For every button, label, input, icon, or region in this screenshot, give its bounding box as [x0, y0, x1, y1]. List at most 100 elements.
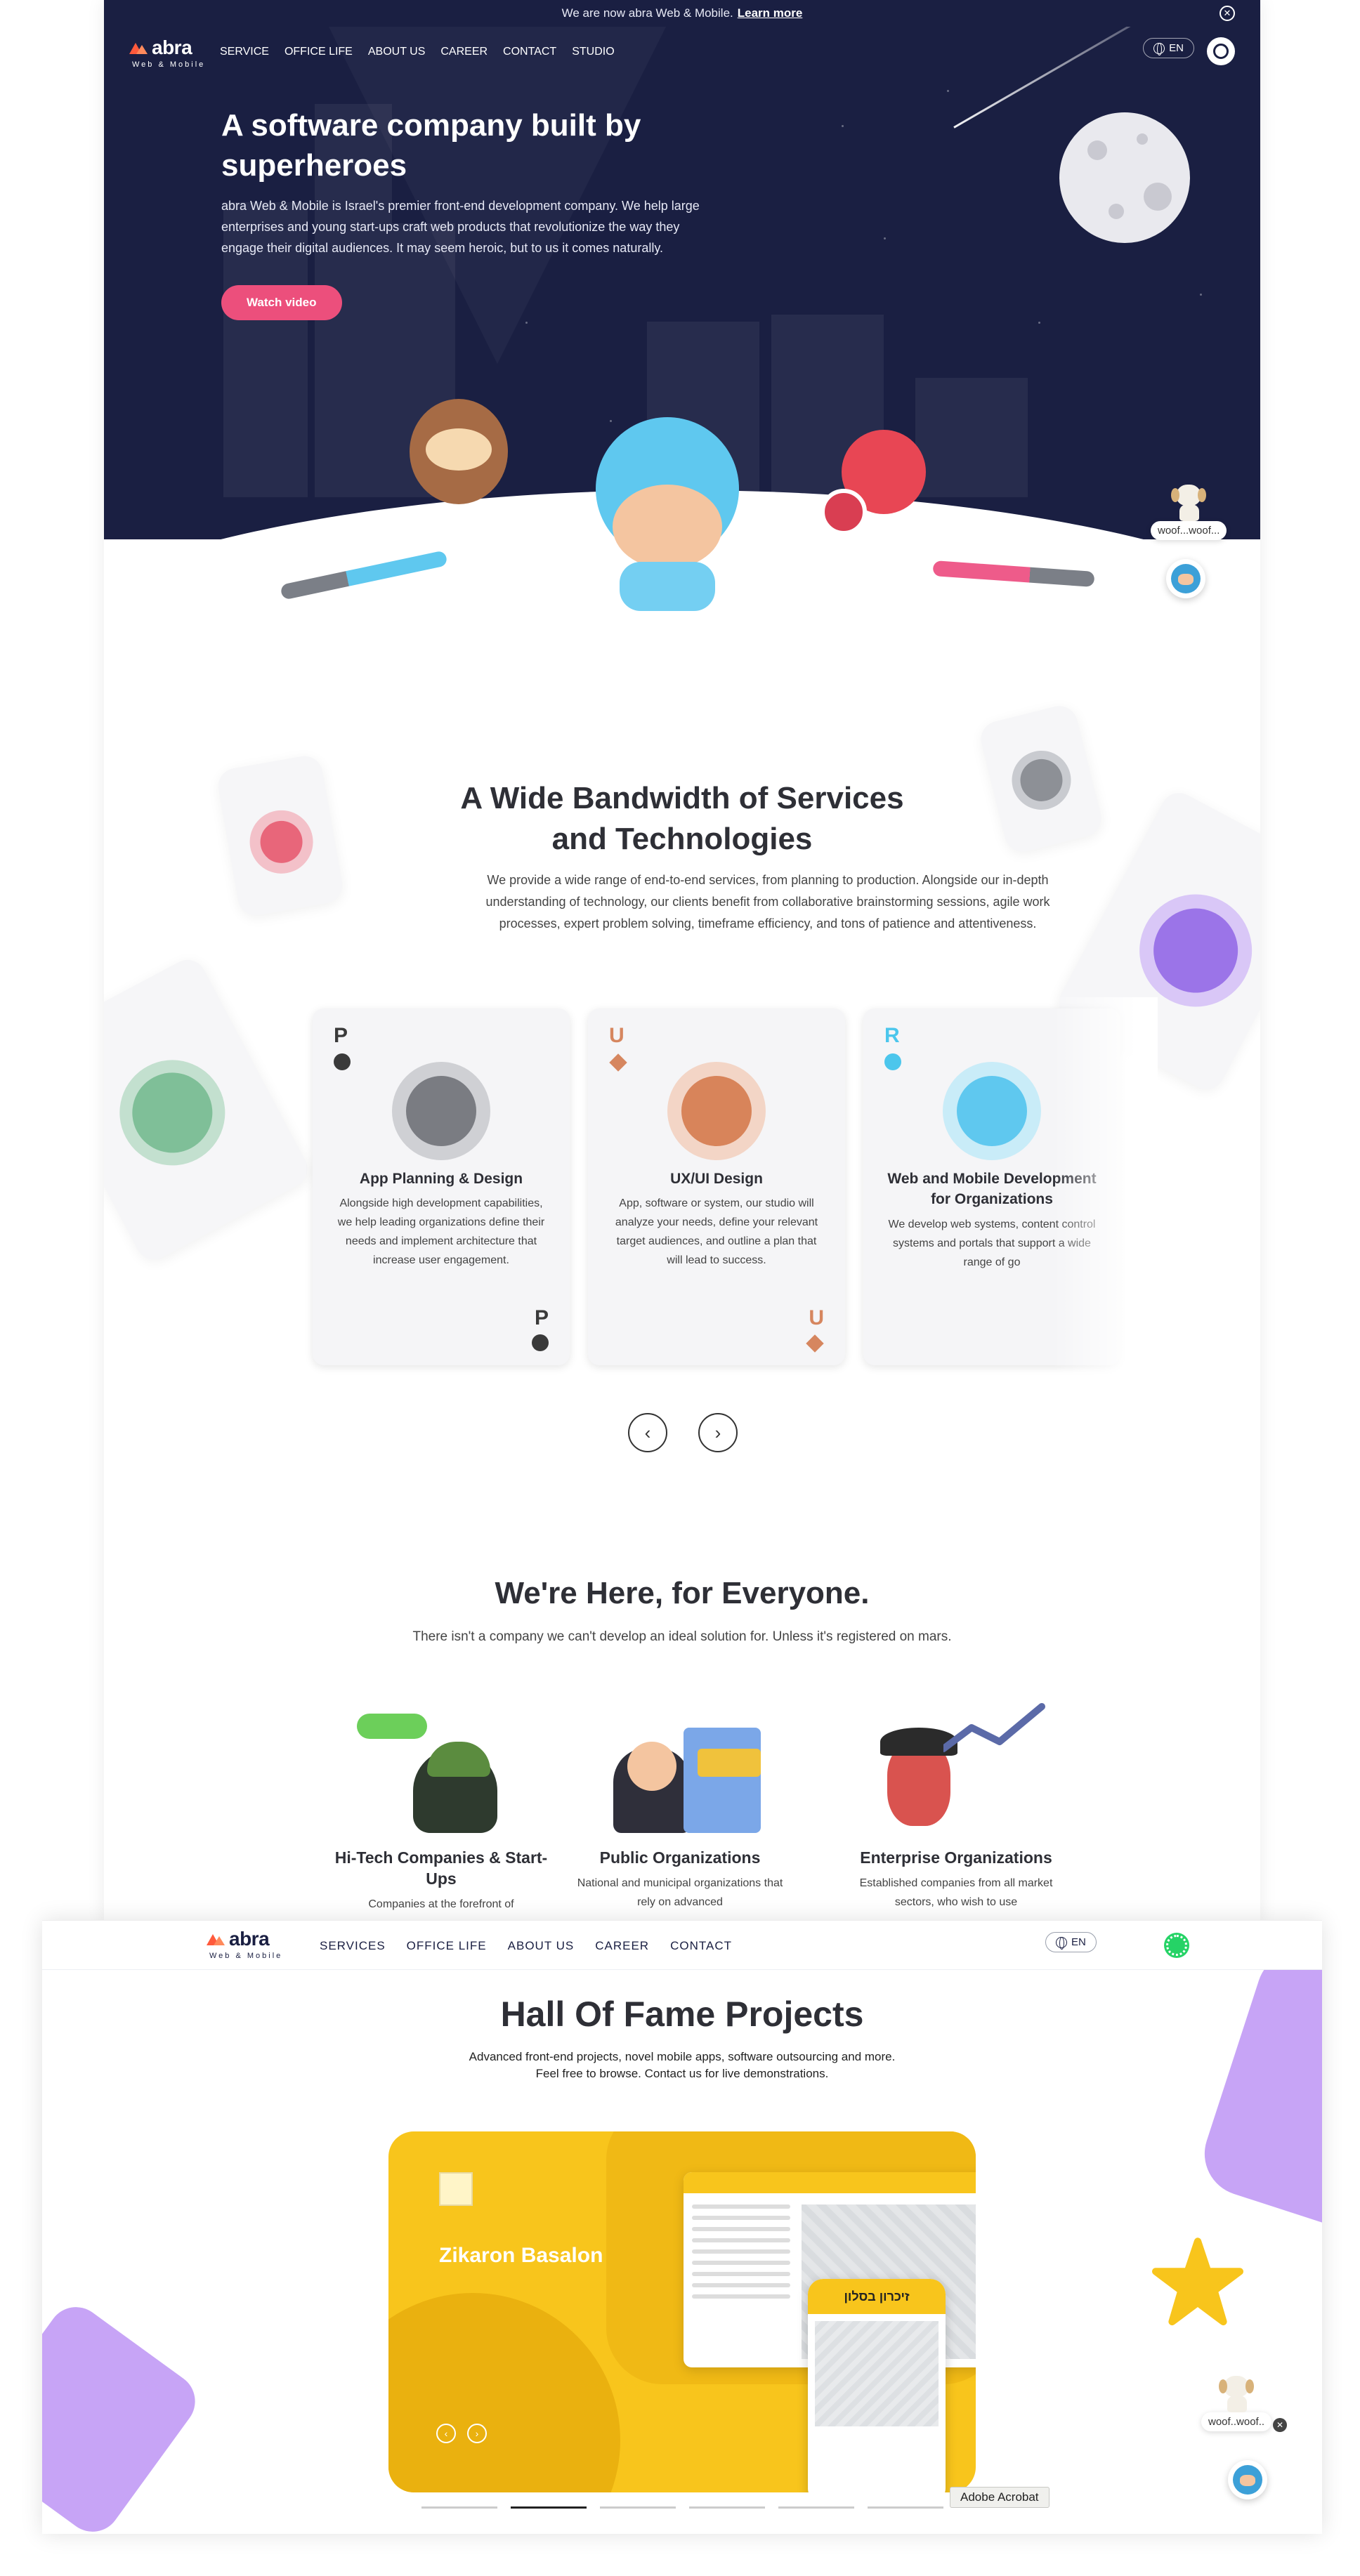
pager-segment[interactable]	[600, 2506, 676, 2509]
background-shape	[388, 2293, 620, 2492]
nav-item-office-life[interactable]: OFFICE LIFE	[407, 1939, 487, 1953]
nav-item-office-life[interactable]: OFFICE LIFE	[285, 46, 353, 58]
whatsapp-icon	[1166, 1935, 1187, 1956]
service-icon-circle	[392, 1062, 490, 1160]
nav-item-contact[interactable]: CONTACT	[670, 1939, 732, 1953]
hall-of-fame-title: Hall Of Fame Projects	[500, 1995, 864, 2034]
service-icon-circle	[667, 1062, 766, 1160]
abra-logo[interactable]: abra Web & Mobile	[207, 1928, 282, 1960]
hero-title: A software company built by superheroes	[221, 108, 641, 183]
slide-next-button[interactable]: ›	[467, 2424, 487, 2443]
card-corner-letter: R	[884, 1024, 900, 1047]
purple-star-decoration	[1194, 1940, 1322, 2225]
card-suit-icon	[334, 1053, 351, 1070]
audience-card-public: Public Organizations National and munici…	[568, 1847, 792, 1912]
carousel-next-button[interactable]: ›	[698, 1413, 738, 1452]
card-corner-letter: U	[609, 1024, 625, 1047]
brand-tagline: Web & Mobile	[132, 60, 206, 69]
service-card-text: App, software or system, our studio will…	[615, 1197, 818, 1266]
abra-logo[interactable]: abra Web & Mobile	[129, 37, 205, 69]
services-title-line1: A Wide Bandwidth of Services	[460, 781, 904, 815]
brand-tagline: Web & Mobile	[209, 1952, 283, 1960]
audience-card-text: Companies at the forefront of	[368, 1898, 514, 1910]
chevron-left-icon: ‹	[644, 1421, 651, 1443]
pager-segment[interactable]	[689, 2506, 765, 2509]
abra-logo-icon	[129, 41, 148, 54]
card-suit-icon	[884, 1053, 901, 1070]
audience-card-title: Enterprise Organizations	[860, 1848, 1052, 1867]
nav-item-about-us[interactable]: ABOUT US	[508, 1939, 575, 1953]
main-menu: SERVICES OFFICE LIFE ABOUT US CAREER CON…	[320, 1939, 732, 1953]
nav-item-service[interactable]: SERVICE	[220, 46, 269, 58]
audience-card-title: Hi-Tech Companies & Start-Ups	[334, 1848, 548, 1888]
audience-card-enterprise: Enterprise Organizations Established com…	[844, 1847, 1068, 1912]
abra-logo-icon	[207, 1933, 225, 1945]
pager-segment[interactable]	[421, 2506, 497, 2509]
project-logo-icon	[439, 2172, 473, 2206]
nav-item-studio[interactable]: STUDIO	[572, 46, 614, 58]
service-card[interactable]: U UX/UI Design App, software or system, …	[588, 1008, 845, 1365]
slide-prev-button[interactable]: ‹	[436, 2424, 456, 2443]
close-icon[interactable]: ✕	[1273, 2418, 1288, 2432]
nav-item-about-us[interactable]: ABOUT US	[368, 46, 426, 58]
hall-of-fame-description: Feel free to browse. Contact us for live…	[535, 2067, 829, 2080]
pager-segment[interactable]	[868, 2506, 943, 2509]
nav-item-contact[interactable]: CONTACT	[503, 46, 556, 58]
chevron-right-icon: ›	[714, 1421, 721, 1443]
nav-item-career[interactable]: CAREER	[440, 46, 488, 58]
support-avatar-icon	[1171, 564, 1201, 593]
card-suit-icon	[806, 1334, 824, 1353]
project-slide[interactable]: Zikaron Basalon זיכרון בסלון ‹ ›	[388, 2131, 976, 2492]
angular-shield-icon	[820, 489, 867, 535]
purple-star-decoration	[42, 2296, 207, 2534]
hall-of-fame-description: Advanced front-end projects, novel mobil…	[469, 2050, 896, 2063]
brand-name: abra	[152, 37, 192, 58]
monkey-face	[426, 428, 492, 471]
pink-lightsaber-illustration	[932, 560, 1095, 587]
chat-avatar-button[interactable]	[1228, 2460, 1267, 2499]
nav-item-career[interactable]: CAREER	[595, 1939, 649, 1953]
language-selector[interactable]: EN	[1045, 1932, 1097, 1952]
learn-more-link[interactable]: Learn more	[738, 6, 803, 20]
mobile-screenshot: זיכרון בסלון	[808, 2279, 946, 2492]
close-icon[interactable]: ✕	[1220, 6, 1235, 21]
service-card-text: Alongside high development capabilities,…	[337, 1197, 545, 1266]
service-card-title: UX/UI Design	[670, 1171, 763, 1187]
main-menu: SERVICE OFFICE LIFE ABOUT US CAREER CONT…	[220, 46, 615, 58]
audience-card-text: Established companies from all market se…	[859, 1877, 1053, 1908]
announcement-bar: We are now abra Web & Mobile. Learn more…	[104, 0, 1260, 27]
card-suit-icon	[609, 1053, 627, 1072]
watch-video-button[interactable]: Watch video	[221, 285, 342, 320]
sticky-navigation: abra Web & Mobile SERVICES OFFICE LIFE A…	[42, 1921, 1322, 1970]
star-dot	[842, 125, 844, 127]
nav-item-services[interactable]: SERVICES	[320, 1939, 386, 1953]
moon-illustration	[1059, 112, 1190, 243]
pager-segment[interactable]	[511, 2506, 587, 2509]
brand-name: abra	[229, 1928, 270, 1950]
audience-card-text: National and municipal organizations tha…	[577, 1877, 783, 1908]
language-label: EN	[1071, 1936, 1086, 1948]
globe-icon	[1153, 42, 1165, 55]
audience-card-hitech: Hi-Tech Companies & Start-Ups Companies …	[329, 1847, 554, 1914]
woof-chat-widget[interactable]: woof...woof...	[1151, 485, 1227, 540]
star-dot	[947, 90, 949, 92]
carousel-prev-button[interactable]: ‹	[628, 1413, 667, 1452]
whatsapp-button[interactable]	[1159, 1930, 1194, 1961]
dog-icon	[1219, 2376, 1255, 2412]
floating-card-decoration	[104, 953, 314, 1266]
service-card[interactable]: P App Planning & Design Alongside high d…	[313, 1008, 570, 1365]
slide-controls: ‹ ›	[436, 2424, 487, 2443]
language-label: EN	[1169, 42, 1184, 54]
star-dot	[525, 322, 528, 324]
homepage-frame: We are now abra Web & Mobile. Learn more…	[104, 0, 1260, 1924]
woof-chat-widget[interactable]: woof..woof.. ✕	[1201, 2376, 1288, 2432]
pager-segment[interactable]	[778, 2506, 854, 2509]
building-shape	[915, 378, 1028, 497]
card-corner-letter: U	[809, 1306, 824, 1329]
chat-avatar-button[interactable]	[1166, 559, 1205, 598]
whatsapp-button[interactable]	[1207, 37, 1235, 65]
dog-icon	[1171, 485, 1207, 521]
react-hero-face	[613, 485, 722, 569]
card-corner-letter: P	[534, 1306, 549, 1329]
language-selector[interactable]: EN	[1143, 38, 1194, 58]
